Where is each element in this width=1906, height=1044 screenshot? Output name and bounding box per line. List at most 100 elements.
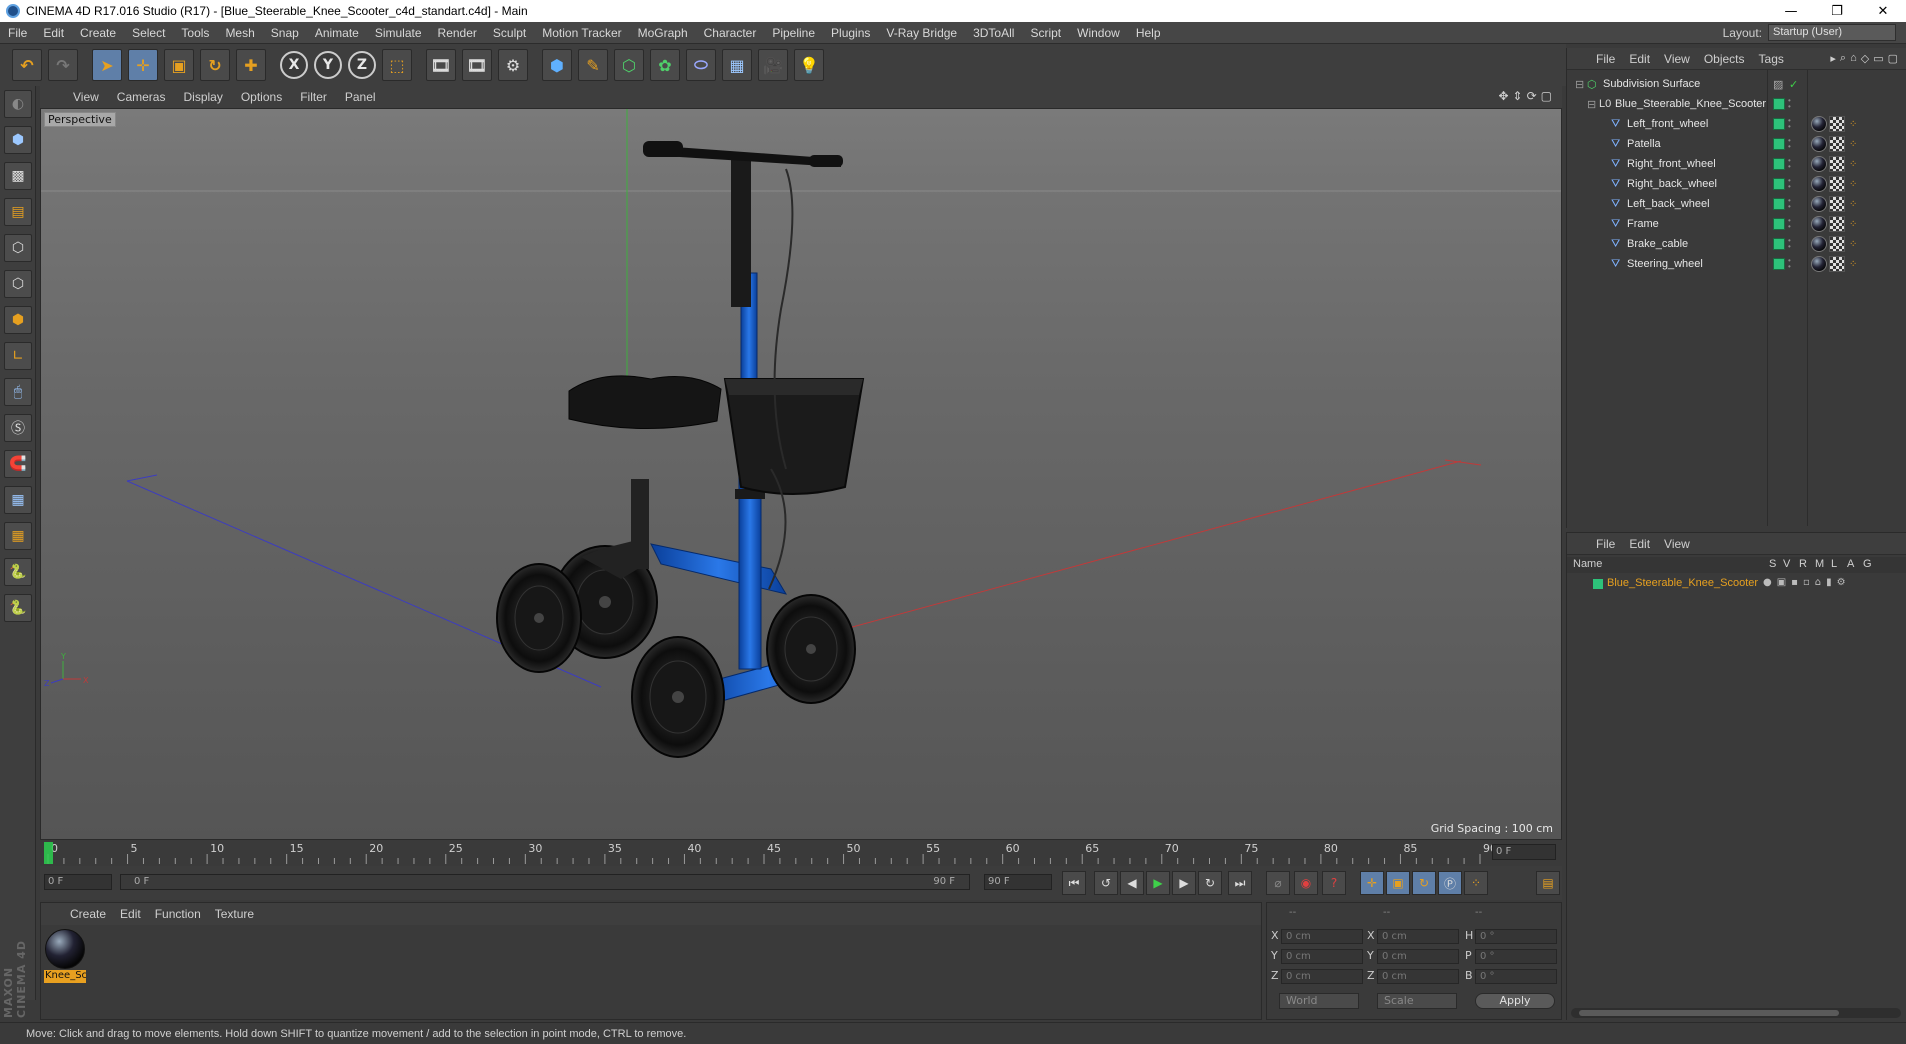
lm-menu-edit[interactable]: Edit (1622, 537, 1657, 551)
z-axis-lock-icon[interactable]: Z (348, 51, 376, 79)
next-key-icon[interactable]: ↻ (1198, 871, 1222, 895)
model-mode-icon[interactable]: ⬢ (4, 126, 32, 154)
viewport-menu-options[interactable]: Options (232, 90, 291, 104)
tweak-mode-icon[interactable]: 🖱 (4, 378, 32, 406)
enabled-check-icon[interactable]: ✓ (1789, 78, 1798, 91)
menu-sculpt[interactable]: Sculpt (485, 26, 534, 40)
visibility-dots-icon[interactable]: • • (1788, 177, 1792, 191)
key-parameter-icon[interactable]: Ⓟ (1438, 871, 1462, 895)
undo-icon[interactable]: ↶ (12, 49, 42, 81)
home-icon[interactable]: ⌂ (1848, 52, 1859, 65)
position-z-field[interactable]: 0 cm (1281, 969, 1363, 984)
layer-color-icon[interactable] (1773, 98, 1785, 110)
layer-header-name[interactable]: Name (1573, 558, 1602, 570)
x-axis-lock-icon[interactable]: X (280, 51, 308, 79)
visibility-dots-icon[interactable]: • • (1788, 257, 1792, 271)
expand-toggle-icon[interactable]: ⊟ (1587, 98, 1596, 111)
selection-tag-icon[interactable]: ⁘ (1849, 119, 1857, 130)
timeline-icon[interactable]: ▤ (1536, 871, 1560, 895)
material-tag-icon[interactable] (1811, 236, 1827, 252)
last-tool-icon[interactable]: ✚ (236, 49, 266, 81)
menu-create[interactable]: Create (72, 26, 124, 40)
menu-snap[interactable]: Snap (263, 26, 307, 40)
material-tag-icon[interactable] (1811, 216, 1827, 232)
scale-tool-icon[interactable]: ▣ (164, 49, 194, 81)
camera-icon[interactable]: 🎥 (758, 49, 788, 81)
object-name[interactable]: Right_back_wheel (1627, 178, 1717, 190)
layout-dropdown[interactable]: Startup (User) (1768, 24, 1896, 41)
play-icon[interactable]: ▶ (1146, 871, 1170, 895)
locked-workplane-icon[interactable]: ▦ (4, 522, 32, 550)
object-name[interactable]: Subdivision Surface (1603, 78, 1700, 90)
points-mode-icon[interactable]: ⬡ (4, 234, 32, 262)
uvw-tag-icon[interactable] (1829, 216, 1845, 232)
viewport-menu-view[interactable]: View (64, 90, 108, 104)
size-mode-dropdown[interactable]: Scale (1377, 993, 1457, 1009)
visibility-dots-icon[interactable]: • • (1788, 137, 1792, 151)
position-x-field[interactable]: 0 cm (1281, 929, 1363, 944)
menu-pipeline[interactable]: Pipeline (764, 26, 823, 40)
pan-view-icon[interactable]: ✥ (1496, 89, 1510, 103)
uvw-tag-icon[interactable] (1829, 256, 1845, 272)
material-swatch[interactable]: Knee_Sc (44, 929, 86, 985)
viewport-menu-cameras[interactable]: Cameras (108, 90, 175, 104)
material-tag-icon[interactable] (1811, 156, 1827, 172)
y-axis-lock-icon[interactable]: Y (314, 51, 342, 79)
polygons-mode-icon[interactable]: ⬢ (4, 306, 32, 334)
key-pla-icon[interactable]: ⁘ (1464, 871, 1488, 895)
timeline-ruler[interactable]: 0 5 10 15 20 25 30 35 40 45 50 55 60 65 70 75 80 85 90 (40, 840, 1562, 866)
viewport-menu-panel[interactable]: Panel (336, 90, 385, 104)
maximize-panel-icon[interactable]: ▢ (1886, 52, 1900, 65)
lm-menu-file[interactable]: File (1589, 537, 1622, 551)
object-name[interactable]: Left_back_wheel (1627, 198, 1710, 210)
layer-color-icon[interactable] (1773, 258, 1785, 270)
end-frame-field[interactable]: 90 F (984, 874, 1052, 890)
object-row[interactable]: ⊟ ⬡ Subdivision Surface ▨ ✓ (1567, 74, 1906, 94)
layer-header-solo[interactable]: S (1769, 558, 1776, 570)
layer-header-manager[interactable]: M (1815, 558, 1824, 570)
workplane-mode-icon[interactable]: ▤ (4, 198, 32, 226)
object-name[interactable]: Brake_cable (1627, 238, 1688, 250)
visibility-dots-icon[interactable]: • • (1788, 157, 1792, 171)
prev-key-icon[interactable]: ↺ (1094, 871, 1118, 895)
apply-button[interactable]: Apply (1475, 993, 1555, 1009)
layer-color-swatch[interactable] (1593, 579, 1603, 589)
edges-mode-icon[interactable]: ⬡ (4, 270, 32, 298)
coordinate-system-dropdown[interactable]: World (1279, 993, 1359, 1009)
om-menu-view[interactable]: View (1657, 52, 1697, 66)
layer-color-icon[interactable] (1773, 198, 1785, 210)
key-scale-icon[interactable]: ▣ (1386, 871, 1410, 895)
rotation-p-field[interactable]: 0 ° (1475, 949, 1557, 964)
layer-color-icon[interactable] (1773, 138, 1785, 150)
maximize-view-icon[interactable]: ▢ (1539, 89, 1554, 103)
solo-mode-icon[interactable]: Ⓢ (4, 414, 32, 442)
selection-tag-icon[interactable]: ⁘ (1849, 179, 1857, 190)
render-settings-icon[interactable]: ⚙ (498, 49, 528, 81)
object-row[interactable]: ⛛ Right_back_wheel • • ⁘ (1567, 174, 1906, 194)
render-picture-viewer-icon[interactable]: 🎞 (462, 49, 492, 81)
menu-window[interactable]: Window (1069, 26, 1128, 40)
collapse-icon[interactable]: ▭ (1871, 52, 1885, 65)
menu-help[interactable]: Help (1128, 26, 1169, 40)
layer-color-icon[interactable] (1773, 118, 1785, 130)
material-tag-icon[interactable] (1811, 196, 1827, 212)
record-icon[interactable]: ⌀ (1266, 871, 1290, 895)
layer-color-icon[interactable] (1773, 158, 1785, 170)
material-menu-texture[interactable]: Texture (208, 907, 261, 921)
object-row[interactable]: ⛛ Brake_cable • • ⁘ (1567, 234, 1906, 254)
keyframe-selection-icon[interactable]: ? (1322, 871, 1346, 895)
layer-header-animation[interactable]: A (1847, 558, 1854, 570)
arrow-right-icon[interactable]: ▸ (1828, 52, 1838, 65)
snap-icon[interactable]: 🧲 (4, 450, 32, 478)
selection-tag-icon[interactable]: ⁘ (1849, 259, 1857, 270)
size-z-field[interactable]: 0 cm (1377, 969, 1459, 984)
pen-spline-icon[interactable]: ✎ (578, 49, 608, 81)
preview-range-slider[interactable]: 0 F 90 F (120, 874, 970, 890)
selection-tag-icon[interactable]: ⁘ (1849, 159, 1857, 170)
uvw-tag-icon[interactable] (1829, 116, 1845, 132)
object-name[interactable]: Left_front_wheel (1627, 118, 1708, 130)
visibility-dots-icon[interactable]: • • (1788, 237, 1792, 251)
object-name[interactable]: Steering_wheel (1627, 258, 1703, 270)
minimize-button[interactable]: — (1768, 0, 1814, 22)
layer-header-generators[interactable]: G (1863, 558, 1872, 570)
